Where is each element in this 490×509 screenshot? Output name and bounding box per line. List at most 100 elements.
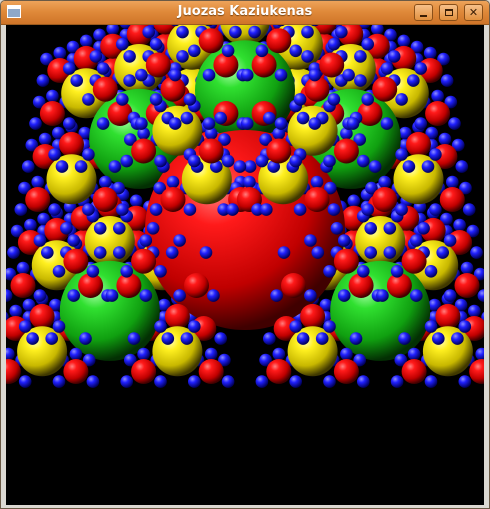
green-sphere [59, 260, 160, 361]
blue-sphere [93, 222, 107, 235]
red-sphere [333, 138, 359, 164]
close-button[interactable]: ✕ [464, 4, 483, 21]
blue-sphere [52, 375, 66, 388]
maximize-icon [444, 9, 453, 16]
blue-sphere [226, 203, 239, 216]
blue-sphere [347, 194, 361, 208]
blue-sphere [180, 332, 194, 345]
blue-sphere [308, 68, 322, 82]
blue-sphere [387, 50, 401, 63]
blue-sphere [21, 160, 35, 173]
blue-sphere [431, 89, 444, 103]
blue-sphere [214, 332, 227, 345]
red-sphere [266, 138, 292, 164]
red-sphere [160, 187, 186, 212]
blue-sphere [462, 203, 476, 216]
blue-sphere [82, 203, 95, 216]
blue-sphere [255, 44, 269, 58]
blue-sphere [233, 160, 247, 173]
blue-sphere [183, 93, 197, 106]
blue-sphere [116, 203, 129, 216]
blue-sphere [96, 117, 110, 130]
blue-sphere [357, 154, 370, 168]
blue-sphere [475, 347, 484, 361]
maximize-button[interactable] [439, 4, 458, 21]
blue-sphere [106, 25, 119, 36]
yellow-sphere [287, 105, 338, 156]
blue-sphere [296, 111, 310, 125]
blue-sphere [340, 347, 353, 361]
blue-sphere [52, 265, 66, 278]
blue-sphere [229, 25, 242, 39]
blue-sphere [323, 154, 336, 168]
blue-sphere [342, 68, 355, 82]
blue-sphere [180, 111, 194, 125]
blue-sphere [289, 375, 303, 388]
blue-sphere [410, 234, 423, 247]
blue-sphere [390, 375, 404, 388]
blue-sphere [380, 117, 394, 130]
blue-sphere [470, 246, 483, 259]
red-sphere [319, 52, 345, 78]
blue-sphere [376, 289, 389, 302]
blue-sphere [240, 68, 254, 82]
yellow-sphere [393, 154, 444, 205]
blue-sphere [417, 222, 430, 235]
blue-sphere [154, 265, 167, 278]
blue-sphere [108, 160, 122, 173]
red-sphere [145, 52, 171, 78]
blue-sphere [451, 332, 464, 345]
red-sphere [198, 359, 224, 384]
blue-sphere [310, 175, 324, 189]
blue-sphere [105, 289, 119, 302]
blue-sphere [14, 203, 28, 216]
blue-sphere [383, 246, 397, 259]
red-sphere [304, 187, 330, 212]
blue-sphere [137, 347, 150, 361]
blue-sphere [277, 246, 291, 259]
blue-sphere [436, 246, 450, 259]
blue-sphere [173, 234, 186, 247]
red-sphere [25, 187, 51, 212]
blue-sphere [86, 375, 100, 388]
blue-sphere [383, 222, 397, 235]
blue-sphere [398, 332, 411, 345]
blue-sphere [79, 34, 93, 48]
blue-sphere [327, 203, 341, 216]
blue-sphere [116, 93, 129, 106]
blue-sphere [188, 320, 201, 333]
title-bar[interactable]: Juozas Kaziukenas ✕ [1, 1, 489, 25]
blue-sphere [315, 332, 329, 345]
blue-sphere [116, 37, 129, 51]
blue-sphere [296, 332, 310, 345]
blue-sphere [304, 234, 317, 247]
blue-sphere [308, 117, 322, 130]
red-sphere [333, 359, 359, 384]
blue-sphere [337, 289, 351, 302]
blue-sphere [48, 148, 61, 161]
blue-sphere [460, 261, 474, 275]
blue-sphere [120, 154, 133, 168]
render-canvas[interactable] [6, 25, 484, 505]
red-sphere [454, 273, 480, 298]
blue-sphere [468, 304, 481, 318]
red-sphere [281, 273, 306, 298]
blue-sphere [368, 160, 382, 173]
blue-sphere [274, 68, 288, 82]
blue-sphere [6, 289, 13, 302]
blue-sphere [263, 332, 276, 345]
blue-sphere [7, 246, 20, 259]
blue-sphere [173, 289, 186, 302]
minimize-button[interactable] [414, 4, 433, 21]
blue-sphere [79, 332, 92, 345]
blue-sphere [149, 93, 163, 106]
blue-sphere [67, 289, 80, 302]
blue-sphere [424, 320, 438, 333]
blue-sphere [272, 347, 286, 361]
blue-sphere [33, 289, 47, 302]
red-sphere [59, 131, 84, 157]
red-sphere [266, 28, 292, 54]
blue-sphere [16, 261, 30, 275]
blue-sphere [129, 194, 143, 208]
blue-sphere [421, 160, 435, 173]
